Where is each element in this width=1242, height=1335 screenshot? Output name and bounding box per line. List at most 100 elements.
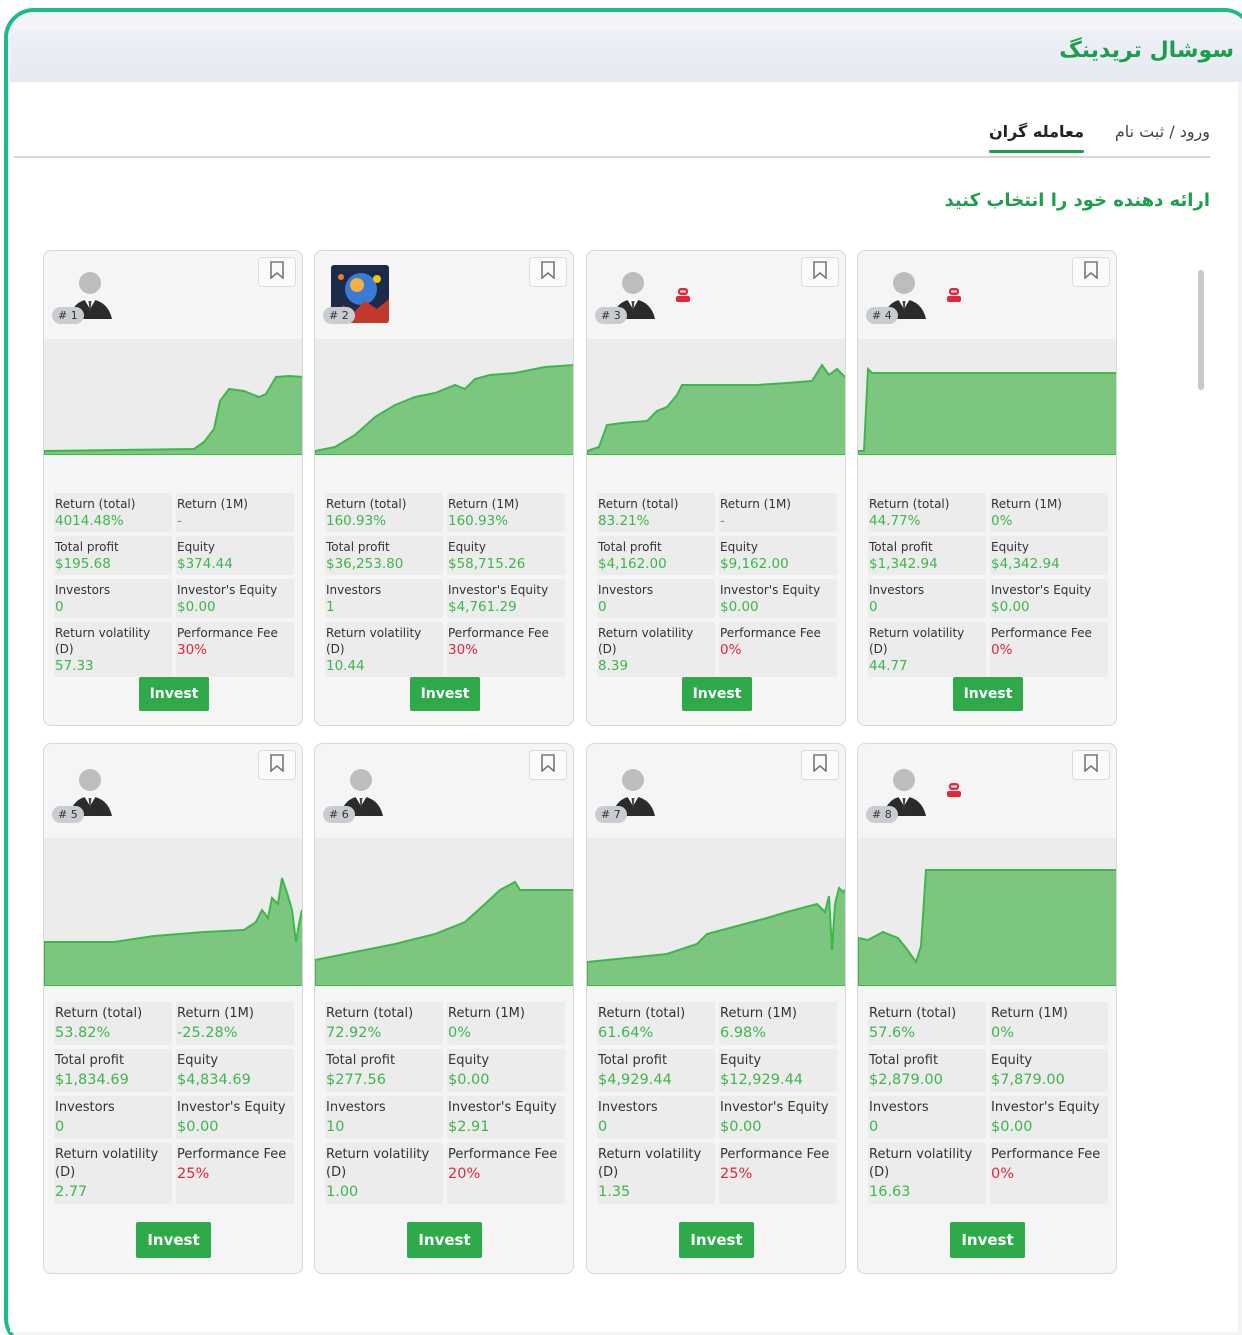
stat-value: 83.21% (598, 513, 650, 529)
stat-label: Equity (720, 1053, 762, 1068)
bookmark-button[interactable] (529, 750, 567, 780)
bookmark-icon (540, 261, 556, 283)
equity-chart (587, 838, 845, 986)
stat-value: $36,253.80 (326, 556, 404, 572)
stat-label: Investors (326, 1100, 386, 1115)
stat-label: Performance Fee (177, 626, 278, 640)
stat-value: $0.00 (991, 1119, 1033, 1135)
stat-row: Investors 10 Investor's Equity $2.91 (325, 1096, 565, 1139)
stat-label: Return volatility (D) (869, 1147, 973, 1180)
stat-value: $195.68 (55, 556, 111, 572)
bookmark-button[interactable] (801, 257, 839, 287)
invest-button[interactable]: Invest (682, 677, 752, 711)
stat-return-volatility: Return volatility (D) 2.77 (54, 1143, 172, 1204)
stat-investors: Investors 0 (868, 579, 986, 618)
stat-label: Performance Fee (991, 1147, 1101, 1162)
stat-row: Investors 0 Investor's Equity $0.00 (54, 1096, 294, 1139)
stat-return-total: Return (total) 61.64% (597, 1002, 715, 1045)
stat-return-volatility: Return volatility (D) 10.44 (325, 622, 443, 677)
equity-area (315, 364, 573, 455)
stat-value: 160.93% (326, 513, 387, 529)
stat-row: Return volatility (D) 2.77 Performance Fee… (54, 1143, 294, 1204)
bookmark-button[interactable] (258, 750, 296, 780)
stat-row: Return volatility (D) 57.33 Performance Fe… (54, 622, 294, 677)
stat-row: Total profit $277.56 Equity $0.00 (325, 1049, 565, 1092)
trader-stats: Return (total) 4014.48% Return (1M) - Total … (54, 493, 294, 681)
rank-badge: # 5 (52, 806, 84, 823)
bookmark-button[interactable] (529, 257, 567, 287)
stat-row: Total profit $2,879.00 Equity $7,879.00 (868, 1049, 1108, 1092)
stat-row: Return volatility (D) 16.63 Performance Fe… (868, 1143, 1108, 1204)
stat-row: Total profit $4,162.00 Equity $9,162.00 (597, 536, 837, 575)
equity-area (858, 869, 1116, 986)
stat-investors: Investors 0 (597, 579, 715, 618)
stat-value: 0 (598, 599, 607, 615)
equity-chart (315, 339, 573, 455)
stat-label: Investor's Equity (720, 583, 821, 597)
bookmark-icon (812, 754, 828, 776)
scrollbar[interactable] (1198, 264, 1206, 1274)
bookmark-button[interactable] (801, 750, 839, 780)
equity-curve (44, 877, 302, 986)
invest-button[interactable]: Invest (950, 1222, 1025, 1258)
invest-button[interactable]: Invest (410, 677, 480, 711)
stat-equity: Equity $12,929.44 (719, 1049, 837, 1092)
equity-area (44, 374, 302, 455)
stat-value: 0% (991, 642, 1013, 658)
tab-traders[interactable]: معامله گران (988, 122, 1085, 153)
stat-return-total: Return (total) 83.21% (597, 493, 715, 532)
equity-chart (44, 838, 302, 986)
stat-value: 0 (598, 1119, 608, 1135)
stat-total-profit: Total profit $36,253.80 (325, 536, 443, 575)
stat-label: Return (total) (326, 497, 407, 511)
equity-chart (44, 339, 302, 455)
stat-label: Equity (991, 1053, 1033, 1068)
stat-return-1m: Return (1M) 0% (990, 493, 1108, 532)
invest-button[interactable]: Invest (679, 1222, 754, 1258)
stat-row: Investors 0 Investor's Equity $0.00 (868, 1096, 1108, 1139)
stat-label: Return volatility (D) (598, 1147, 702, 1180)
stat-label: Return (total) (55, 1006, 143, 1021)
invest-button[interactable]: Invest (407, 1222, 482, 1258)
stat-performance-fee: Performance Fee 20% (447, 1143, 565, 1204)
stat-label: Return volatility (D) (55, 626, 151, 656)
stat-value: -25.28% (177, 1025, 238, 1041)
stat-label: Return volatility (D) (326, 1147, 430, 1180)
tab-login[interactable]: ورود / ثبت نام (1115, 122, 1210, 141)
bookmark-button[interactable] (1072, 257, 1110, 287)
stat-label: Total profit (55, 540, 119, 554)
bookmark-button[interactable] (1072, 750, 1110, 780)
stat-label: Return volatility (D) (326, 626, 422, 656)
stat-row: Total profit $1,834.69 Equity $4,834.69 (54, 1049, 294, 1092)
stat-investors: Investors 10 (325, 1096, 443, 1139)
stat-value: 0 (55, 1119, 65, 1135)
trader-stats: Return (total) 160.93% Return (1M) 160.93% T… (325, 493, 565, 681)
stat-total-profit: Total profit $277.56 (325, 1049, 443, 1092)
equity-curve (315, 364, 573, 455)
rank-badge: # 2 (323, 307, 355, 324)
stat-value: 61.64% (598, 1025, 654, 1041)
stat-row: Total profit $195.68 Equity $374.44 (54, 536, 294, 575)
stat-value: $374.44 (177, 556, 233, 572)
stat-return-volatility: Return volatility (D) 8.39 (597, 622, 715, 677)
stat-label: Investors (55, 1100, 115, 1115)
stat-total-profit: Total profit $4,162.00 (597, 536, 715, 575)
stat-investors-equity: Investor's Equity $2.91 (447, 1096, 565, 1139)
section-title: ارائه دهنده خود را انتخاب کنید (944, 190, 1210, 211)
equity-curve (587, 886, 845, 986)
stat-label: Total profit (598, 1053, 668, 1068)
stat-total-profit: Total profit $2,879.00 (868, 1049, 986, 1092)
stat-value: 0% (991, 513, 1013, 529)
stat-value: 0% (448, 1025, 472, 1041)
stat-row: Return (total) 44.77% Return (1M) 0% (868, 493, 1108, 532)
stat-performance-fee: Performance Fee 25% (176, 1143, 294, 1204)
invest-button[interactable]: Invest (953, 677, 1023, 711)
bookmark-button[interactable] (258, 257, 296, 287)
invest-button[interactable]: Invest (136, 1222, 211, 1258)
invest-button[interactable]: Invest (139, 677, 209, 711)
scrollbar-thumb[interactable] (1198, 270, 1204, 390)
stat-equity: Equity $0.00 (447, 1049, 565, 1092)
trader-card: # 4 Return (total) 44.77% Return (1M) 0% Tota… (857, 250, 1117, 726)
stat-label: Equity (448, 1053, 490, 1068)
stat-label: Return (1M) (720, 497, 791, 511)
